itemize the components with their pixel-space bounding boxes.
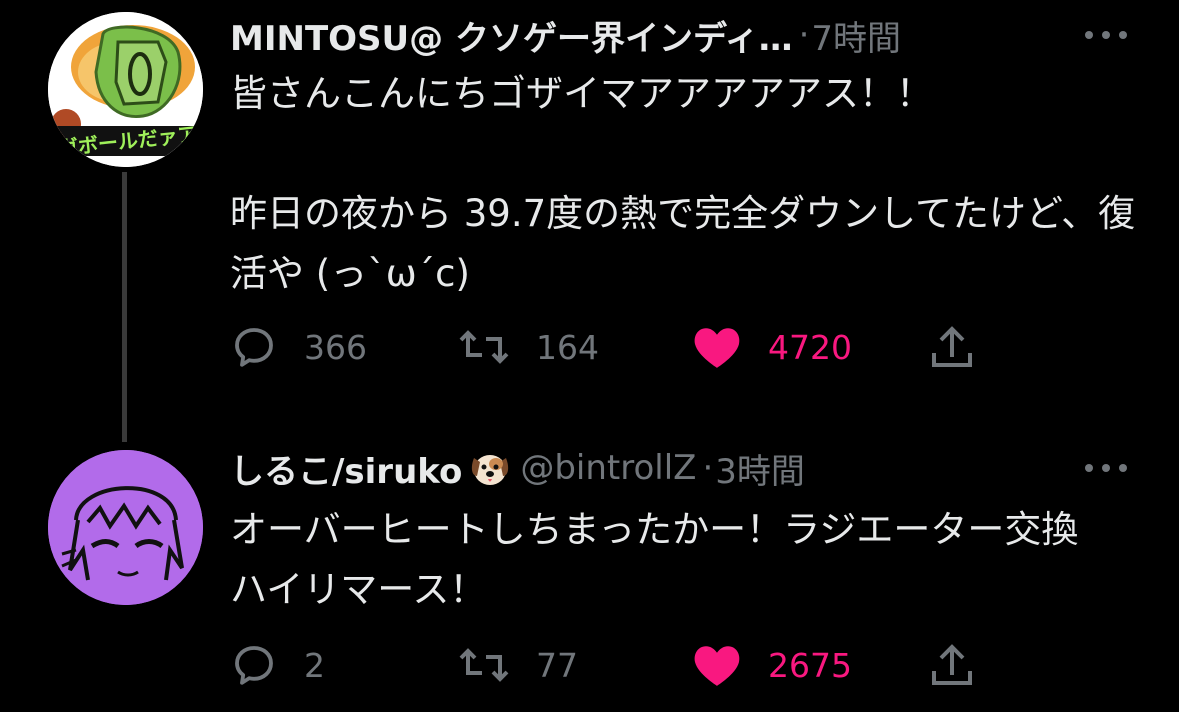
retweet-icon	[459, 648, 509, 682]
retweet-icon	[459, 330, 509, 364]
author-name[interactable]: MINTOSU@ クソゲー界インディ…	[230, 11, 793, 60]
timestamp[interactable]: 7時間	[811, 11, 901, 60]
action-bar: 2 77 2675	[230, 640, 990, 690]
heart-icon	[694, 646, 740, 686]
more-dot-icon	[1119, 464, 1127, 472]
like-button[interactable]: 4720	[692, 322, 852, 372]
action-bar: 366 164 4720	[230, 322, 990, 372]
more-dot-icon	[1102, 31, 1110, 39]
share-icon	[932, 326, 972, 367]
dog-face-icon	[472, 455, 509, 485]
author-name[interactable]: しるこ/siruko	[230, 444, 462, 493]
tweet-text: オーバーヒートしちまったかー！ラジエーター交換ハイリマース！	[230, 508, 1079, 611]
retweet-count: 77	[536, 645, 578, 685]
tweet-header: しるこ/siruko @bintrollZ · 3時間	[230, 444, 805, 493]
tweet-2[interactable]: しるこ/siruko @bintrollZ · 3時間 オーバーヒートしちまった…	[0, 430, 1179, 712]
more-dot-icon	[1102, 464, 1110, 472]
like-button[interactable]: 2675	[692, 640, 852, 690]
tweet-header: MINTOSU@ クソゲー界インディ… · 7時間	[230, 11, 901, 60]
more-options-button[interactable]	[1085, 13, 1127, 57]
reply-icon	[235, 328, 273, 367]
share-icon	[932, 644, 972, 685]
user-avatar[interactable]: ガボールだァア	[48, 12, 203, 167]
separator: ·	[702, 448, 714, 488]
heart-icon	[694, 328, 740, 368]
mintosu-avatar-icon: ガボールだァア	[48, 12, 203, 167]
more-options-button[interactable]	[1085, 446, 1127, 490]
like-count: 4720	[768, 327, 852, 367]
reply-count: 366	[304, 327, 367, 367]
share-button[interactable]	[930, 322, 974, 372]
reply-button[interactable]: 366	[230, 322, 367, 372]
tweet-1[interactable]: ガボールだァア MINTOSU@ クソゲー界インディ… · 7時間 皆さんこんに…	[0, 0, 1179, 442]
like-count: 2675	[768, 645, 852, 685]
retweet-button[interactable]: 77	[458, 640, 578, 690]
share-button[interactable]	[930, 640, 974, 690]
retweet-count: 164	[536, 327, 599, 367]
more-dot-icon	[1085, 31, 1093, 39]
more-dot-icon	[1085, 464, 1093, 472]
timestamp[interactable]: 3時間	[715, 444, 805, 493]
separator: ·	[798, 15, 810, 55]
user-avatar[interactable]	[48, 450, 203, 605]
reply-button[interactable]: 2	[230, 640, 325, 690]
reply-count: 2	[304, 645, 325, 685]
siruko-avatar-icon	[48, 450, 203, 605]
reply-icon	[235, 646, 273, 685]
retweet-button[interactable]: 164	[458, 322, 599, 372]
more-dot-icon	[1119, 31, 1127, 39]
tweet-text: 皆さんこんにちゴザイマアアアアアス！！ 昨日の夜から 39.7度の熱で完全ダウン…	[230, 72, 1136, 295]
thread-line	[122, 172, 127, 442]
author-handle[interactable]: @bintrollZ	[520, 448, 696, 488]
